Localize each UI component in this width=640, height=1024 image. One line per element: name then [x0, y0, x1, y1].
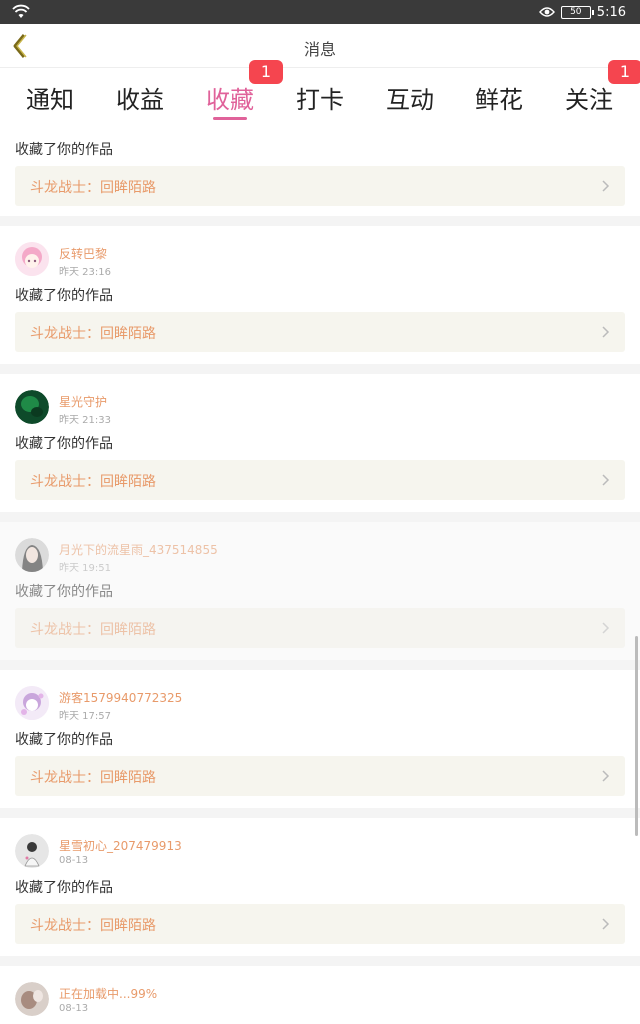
- timestamp: 昨天 19:51: [59, 563, 111, 574]
- timestamp: 08-13: [59, 1003, 89, 1014]
- action-text: 收藏了你的作品: [15, 288, 113, 304]
- status-bar: 50 5:16: [0, 0, 640, 24]
- chevron-right-icon: [602, 180, 610, 192]
- action-text: 收藏了你的作品: [15, 732, 113, 748]
- chevron-right-icon: [602, 918, 610, 930]
- avatar[interactable]: [15, 982, 49, 1016]
- tab-flowers[interactable]: 鲜花: [469, 80, 529, 115]
- username[interactable]: 星雪初心_207479913: [59, 837, 182, 854]
- avatar[interactable]: [15, 834, 49, 868]
- eye-icon: [538, 7, 555, 17]
- wifi-icon: [12, 4, 30, 18]
- list-item: 反转巴黎 昨天 23:16 收藏了你的作品 斗龙战士：回眸陌路: [0, 226, 640, 364]
- username[interactable]: 正在加载中...99%: [59, 985, 157, 1002]
- list-item: 游客1579940772325 昨天 17:57 收藏了你的作品 斗龙战士：回眸…: [0, 670, 640, 808]
- tab-interaction[interactable]: 互动: [380, 80, 440, 115]
- action-text: 收藏了你的作品: [15, 436, 113, 452]
- timestamp: 昨天 23:16: [59, 267, 111, 278]
- follow-badge: 1: [608, 60, 640, 84]
- list-item: 星雪初心_207479913 08-13 收藏了你的作品 斗龙战士：回眸陌路: [0, 818, 640, 956]
- work-link[interactable]: 斗龙战士：回眸陌路: [15, 756, 625, 796]
- username[interactable]: 反转巴黎: [59, 245, 107, 262]
- active-tab-indicator: [213, 117, 247, 120]
- work-title: 斗龙战士：回眸陌路: [30, 918, 156, 934]
- timestamp: 昨天 17:57: [59, 711, 111, 722]
- chevron-right-icon: [602, 770, 610, 782]
- work-link[interactable]: 斗龙战士：回眸陌路: [15, 608, 625, 648]
- tab-notice[interactable]: 通知: [20, 80, 80, 115]
- chevron-right-icon: [602, 622, 610, 634]
- avatar[interactable]: [15, 538, 49, 572]
- avatar-image: [15, 390, 49, 424]
- favorites-badge: 1: [249, 60, 283, 84]
- avatar-image: [15, 242, 49, 276]
- work-link[interactable]: 斗龙战士：回眸陌路: [15, 166, 625, 206]
- work-title: 斗龙战士：回眸陌路: [30, 622, 156, 638]
- avatar-image: [15, 686, 49, 720]
- avatar-image: [15, 538, 49, 572]
- action-text: 收藏了你的作品: [15, 584, 113, 600]
- chevron-right-icon: [602, 474, 610, 486]
- list-item: 正在加载中...99% 08-13: [0, 966, 640, 1024]
- action-text: 收藏了你的作品: [15, 142, 113, 158]
- clock: 5:16: [596, 4, 626, 20]
- avatar[interactable]: [15, 686, 49, 720]
- work-title: 斗龙战士：回眸陌路: [30, 326, 156, 342]
- list-item: 星光守护 昨天 21:33 收藏了你的作品 斗龙战士：回眸陌路: [0, 374, 640, 512]
- notification-feed[interactable]: 收藏了你的作品 斗龙战士：回眸陌路 反转巴黎 昨天 23:16 收藏了你的作品 …: [0, 128, 640, 1024]
- work-link[interactable]: 斗龙战士：回眸陌路: [15, 460, 625, 500]
- avatar-image: [15, 834, 49, 868]
- avatar-image: [15, 982, 49, 1016]
- username[interactable]: 游客1579940772325: [59, 689, 182, 706]
- tab-bar: 通知 收益 收藏 1 打卡 互动 鲜花 关注 1: [0, 60, 640, 128]
- nav-header: 消息: [0, 24, 640, 68]
- work-link[interactable]: 斗龙战士：回眸陌路: [15, 904, 625, 944]
- work-title: 斗龙战士：回眸陌路: [30, 474, 156, 490]
- tab-follow[interactable]: 关注: [559, 80, 619, 115]
- action-text: 收藏了你的作品: [15, 880, 113, 896]
- avatar[interactable]: [15, 242, 49, 276]
- username[interactable]: 星光守护: [59, 393, 107, 410]
- tab-favorites[interactable]: 收藏: [200, 80, 260, 115]
- scrollbar[interactable]: [635, 636, 638, 836]
- work-link[interactable]: 斗龙战士：回眸陌路: [15, 312, 625, 352]
- work-title: 斗龙战士：回眸陌路: [30, 770, 156, 786]
- battery-icon: 50: [560, 5, 594, 19]
- tab-earnings[interactable]: 收益: [110, 80, 170, 115]
- page-title: 消息: [303, 40, 336, 59]
- tab-checkin[interactable]: 打卡: [290, 80, 350, 115]
- timestamp: 08-13: [59, 855, 89, 866]
- work-title: 斗龙战士：回眸陌路: [30, 180, 156, 196]
- list-item: 月光下的流星雨_437514855 昨天 19:51 收藏了你的作品 斗龙战士：…: [0, 522, 640, 660]
- timestamp: 昨天 21:33: [59, 415, 111, 426]
- avatar[interactable]: [15, 390, 49, 424]
- username[interactable]: 月光下的流星雨_437514855: [59, 541, 218, 558]
- list-item: 收藏了你的作品 斗龙战士：回眸陌路: [0, 128, 640, 216]
- battery-level: 50: [570, 6, 582, 17]
- chevron-right-icon: [602, 326, 610, 338]
